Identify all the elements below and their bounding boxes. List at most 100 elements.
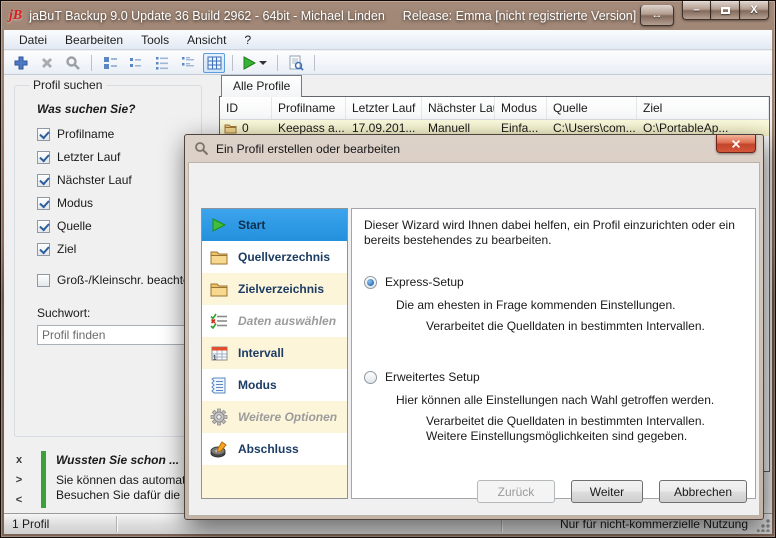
view-table-button[interactable] <box>203 53 225 73</box>
maximize-button[interactable] <box>711 1 740 20</box>
menu-ansicht[interactable]: Ansicht <box>178 31 235 49</box>
tips-close-button[interactable]: x <box>12 454 26 466</box>
add-profile-button[interactable] <box>10 53 32 73</box>
checkbox-label: Modus <box>57 196 93 210</box>
checkbox-label: Groß-/Kleinschr. beachten <box>57 273 196 287</box>
cell-ziel: O:\PortableAp... <box>637 121 769 135</box>
wizard-intro-text: Dieser Wizard wird Ihnen dabei helfen, e… <box>364 218 754 248</box>
status-profile-count: 1 Profil <box>12 517 49 531</box>
step-label: Intervall <box>238 346 284 360</box>
group-title: Profil suchen <box>29 78 106 92</box>
tips-prev-button[interactable]: < <box>12 494 26 506</box>
flip-window-button[interactable]: ↔ <box>640 5 674 26</box>
profile-search-input[interactable] <box>37 325 201 345</box>
tab-alle-profile[interactable]: Alle Profile <box>221 75 302 97</box>
checkbox[interactable] <box>37 174 50 187</box>
close-button[interactable]: X <box>740 1 769 20</box>
checklist-icon <box>209 311 229 331</box>
cell-quelle: C:\Users\com... <box>547 121 637 135</box>
gear-icon <box>209 407 229 427</box>
resize-grip[interactable] <box>757 519 770 532</box>
wizard-steps-list: Start Quellverzechnis Zielverzeichnis Da… <box>201 208 348 499</box>
column-header-quelle[interactable]: Quelle <box>547 97 637 119</box>
column-header-modus[interactable]: Modus <box>495 97 547 119</box>
next-button[interactable]: Weiter <box>571 480 643 503</box>
view-small-icons-button[interactable] <box>125 53 147 73</box>
step-label: Start <box>238 218 265 232</box>
cancel-button[interactable]: Abbrechen <box>659 480 747 503</box>
menu-tools[interactable]: Tools <box>132 31 178 49</box>
checkbox[interactable] <box>37 197 50 210</box>
tips-green-bar <box>41 451 46 508</box>
tips-heading: Wussten Sie schon ... <box>56 453 179 467</box>
view-list-button[interactable] <box>151 53 173 73</box>
dialog-close-button[interactable] <box>716 135 756 153</box>
option-express-setup[interactable]: Express-Setup <box>364 275 743 289</box>
report-preview-icon <box>288 55 304 71</box>
step-label: Quellverzechnis <box>238 250 330 264</box>
step-modus[interactable]: Modus <box>202 369 347 401</box>
column-header-profilname[interactable]: Profilname <box>272 97 346 119</box>
delete-profile-button[interactable] <box>36 53 58 73</box>
checkbox[interactable] <box>37 151 50 164</box>
step-zielverzeichnis[interactable]: Zielverzeichnis <box>202 273 347 305</box>
column-header-id[interactable]: ID <box>220 97 272 119</box>
checkbox-row-modus[interactable]: Modus <box>37 196 195 210</box>
folder-icon <box>209 279 229 299</box>
tips-text-line: Besuchen Sie dafür die Pr <box>56 488 195 502</box>
option-description: Die am ehesten in Frage kommenden Einste… <box>396 298 743 312</box>
close-icon: X <box>750 4 757 16</box>
profile-search-group: Profil suchen Was suchen Sie? Profilname… <box>14 85 202 437</box>
play-icon <box>243 56 256 70</box>
menu-help[interactable]: ? <box>235 31 260 49</box>
window-title-release: Release: Emma [nicht registrierte Versio… <box>403 9 636 23</box>
checkbox-row-letzter-lauf[interactable]: Letzter Lauf <box>37 150 195 164</box>
column-header-letzter-lauf[interactable]: Letzter Lauf <box>346 97 422 119</box>
step-abschluss[interactable]: Abschluss <box>202 433 347 465</box>
list-view-icon <box>154 55 170 71</box>
checkbox[interactable] <box>37 243 50 256</box>
menu-bar: Datei Bearbeiten Tools Ansicht ? <box>4 30 772 50</box>
checkbox-row-case-sensitive[interactable]: Groß-/Kleinschr. beachten <box>37 273 195 287</box>
view-tiles-button[interactable] <box>99 53 121 73</box>
run-profile-button[interactable] <box>240 53 270 73</box>
minimize-button[interactable]: – <box>682 1 711 20</box>
option-erweitertes-setup[interactable]: Erweitertes Setup <box>364 370 743 384</box>
radio-label: Express-Setup <box>385 275 464 289</box>
column-header-naechster-lauf[interactable]: Nächster Lauf <box>422 97 495 119</box>
keyword-label: Suchwort: <box>37 306 195 320</box>
cell-modus: Einfa... <box>495 121 547 135</box>
step-start[interactable]: Start <box>202 209 347 241</box>
option-description: Verarbeitet die Quelldaten in bestimmten… <box>426 319 736 334</box>
checkbox-row-quelle[interactable]: Quelle <box>37 219 195 233</box>
menu-datei[interactable]: Datei <box>10 31 56 49</box>
column-header-ziel[interactable]: Ziel <box>637 97 769 119</box>
step-intervall[interactable]: 1 Intervall <box>202 337 347 369</box>
step-label: Weitere Optionen <box>238 410 337 424</box>
step-label: Zielverzeichnis <box>238 282 324 296</box>
menu-bearbeiten[interactable]: Bearbeiten <box>56 31 132 49</box>
tips-next-button[interactable]: > <box>12 474 26 486</box>
checkbox-row-ziel[interactable]: Ziel <box>37 242 195 256</box>
title-bar: jB jaBuT Backup 9.0 Update 36 Build 2962… <box>1 1 775 30</box>
cell-profilname: Keepass a... <box>272 121 346 135</box>
radio-selected[interactable] <box>364 276 377 289</box>
radio-unselected[interactable] <box>364 371 377 384</box>
dialog-body: Start Quellverzechnis Zielverzeichnis Da… <box>188 162 760 516</box>
search-profile-button[interactable] <box>62 53 84 73</box>
checkbox-row-naechster-lauf[interactable]: Nächster Lauf <box>37 173 195 187</box>
cell-letzter-lauf: 17.09.201... <box>346 121 422 135</box>
search-icon <box>65 55 81 71</box>
flip-arrows-icon: ↔ <box>652 9 663 21</box>
checkbox-label: Nächster Lauf <box>57 173 132 187</box>
report-preview-button[interactable] <box>285 53 307 73</box>
close-icon <box>731 139 741 149</box>
view-details-button[interactable] <box>177 53 199 73</box>
checkbox-row-profilname[interactable]: Profilname <box>37 127 195 141</box>
calendar-icon: 1 <box>209 343 229 363</box>
back-button[interactable]: Zurück <box>477 480 555 503</box>
checkbox[interactable] <box>37 274 50 287</box>
checkbox[interactable] <box>37 220 50 233</box>
checkbox[interactable] <box>37 128 50 141</box>
step-quellverzeichnis[interactable]: Quellverzechnis <box>202 241 347 273</box>
